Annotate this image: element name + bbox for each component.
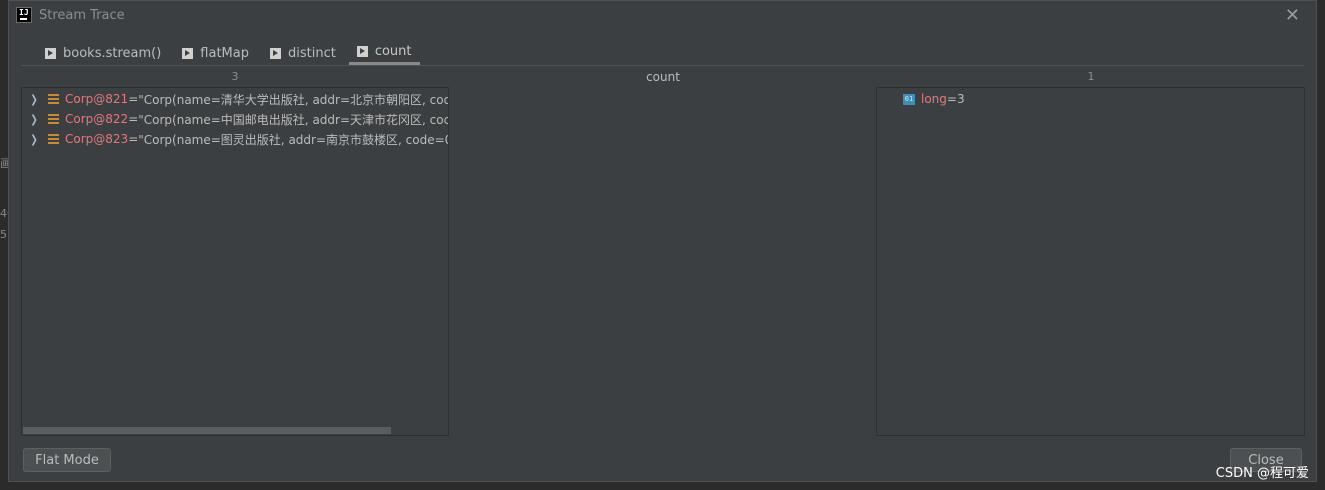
chevron-right-icon[interactable]: ❯	[30, 93, 41, 106]
equals-sign: =	[128, 132, 139, 146]
tab-label: books.stream()	[63, 45, 162, 61]
result-values-panel[interactable]: 01 long = 3	[876, 87, 1305, 436]
horizontal-scrollbar[interactable]	[23, 427, 391, 434]
step-icon	[45, 47, 56, 59]
equals-sign: =	[128, 92, 139, 106]
intellij-app-icon: IJ	[16, 7, 32, 23]
tab-label: flatMap	[200, 45, 249, 61]
object-icon	[48, 133, 59, 145]
window-title: Stream Trace	[39, 8, 125, 23]
variable-value: "Corp(name=中国邮电出版社, addr=天津市花冈区, coc	[138, 112, 449, 127]
variable-name: Corp@823	[65, 132, 129, 146]
right-column-count: 1	[1087, 70, 1095, 83]
step-icon	[269, 47, 281, 59]
variable-value: "Corp(name=图灵出版社, addr=南京市鼓楼区, code=0	[138, 132, 449, 147]
list-item[interactable]: 01 long = 3	[903, 89, 965, 109]
tab-distinct[interactable]: distinct	[262, 41, 344, 65]
step-icon	[182, 47, 194, 59]
tab-count[interactable]: count	[348, 41, 420, 65]
input-values-panel[interactable]: ❯ Corp@821 = "Corp(name=清华大学出版社, addr=北京…	[21, 87, 449, 436]
variable-value: "Corp(name=清华大学出版社, addr=北京市朝阳区, cod	[138, 92, 449, 107]
background-text-fragment: 5	[0, 228, 7, 241]
variable-name: Corp@822	[65, 112, 129, 126]
equals-sign: =	[946, 92, 957, 106]
object-icon	[48, 93, 59, 105]
left-column-count: 3	[231, 70, 239, 83]
tab-label: count	[374, 44, 412, 59]
primitive-type-icon: 01	[903, 93, 915, 105]
equals-sign: =	[128, 112, 139, 126]
tab-label: distinct	[287, 45, 336, 61]
tabs-divider	[21, 65, 1304, 66]
list-item[interactable]: ❯ Corp@821 = "Corp(name=清华大学出版社, addr=北京…	[22, 89, 449, 109]
center-column-title: count	[646, 70, 680, 84]
variable-value: 3	[956, 92, 965, 106]
stream-trace-dialog: IJ Stream Trace ✕ books.stream() flatMap…	[8, 0, 1317, 482]
flat-mode-button[interactable]: Flat Mode	[23, 448, 111, 472]
tab-books-stream[interactable]: books.stream()	[37, 41, 169, 65]
watermark: CSDN @程可爱	[1215, 466, 1309, 481]
chevron-right-icon[interactable]: ❯	[30, 133, 41, 146]
step-icon	[356, 46, 368, 57]
object-icon	[48, 113, 59, 125]
tab-flatmap[interactable]: flatMap	[174, 41, 257, 65]
variable-name: long	[921, 92, 947, 106]
list-item[interactable]: ❯ Corp@822 = "Corp(name=中国邮电出版社, addr=天津…	[22, 109, 449, 129]
list-item[interactable]: ❯ Corp@823 = "Corp(name=图灵出版社, addr=南京市鼓…	[22, 129, 449, 149]
variable-name: Corp@821	[65, 92, 129, 106]
chevron-right-icon[interactable]: ❯	[30, 113, 41, 126]
title-bar[interactable]: IJ Stream Trace ✕	[9, 1, 1316, 31]
stream-operation-tabs: books.stream() flatMap distinct count	[37, 41, 425, 67]
close-icon[interactable]: ✕	[1285, 5, 1300, 26]
